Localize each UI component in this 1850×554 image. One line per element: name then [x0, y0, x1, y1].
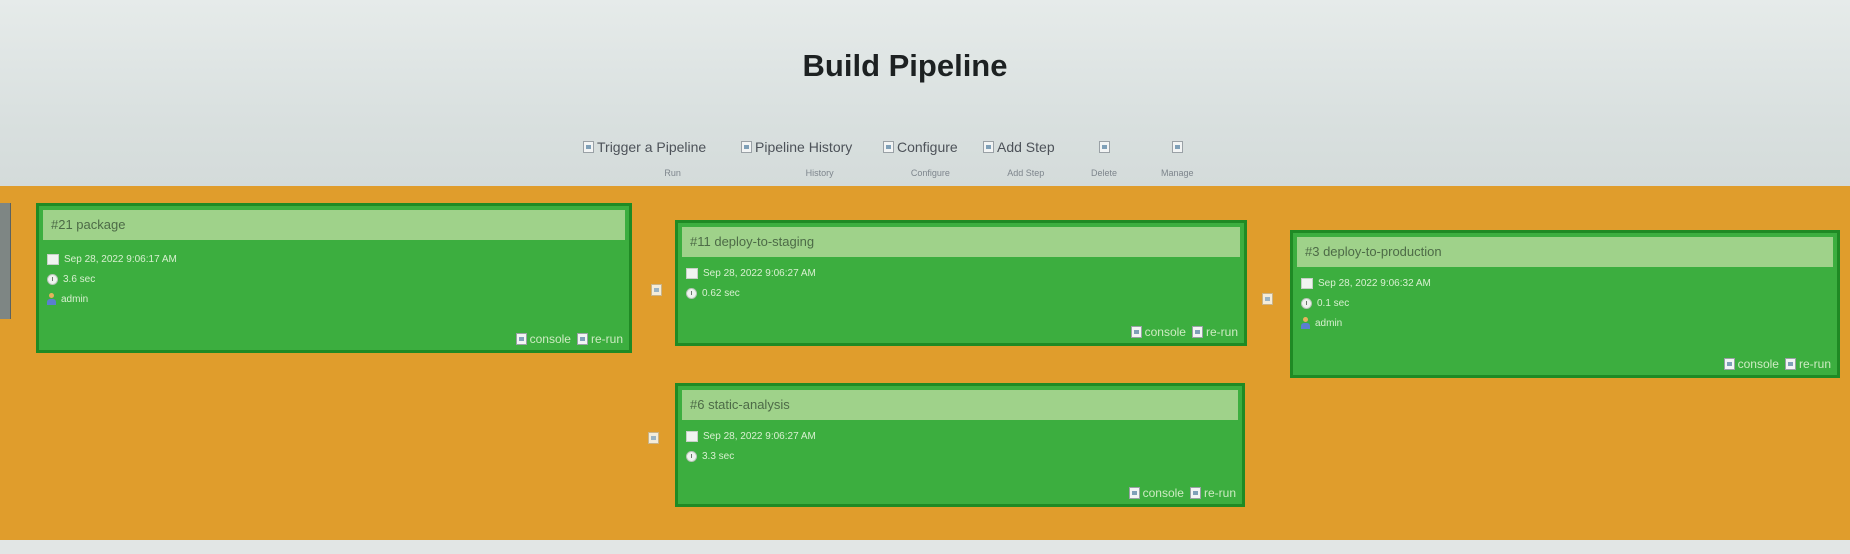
build-card-title[interactable]: #21 package [43, 210, 625, 240]
pipeline-history-button[interactable]: Pipeline History History [741, 138, 852, 178]
build-date: Sep 28, 2022 9:06:27 AM [703, 430, 816, 442]
trigger-pipeline-label: Trigger a Pipeline [597, 139, 707, 155]
build-duration: 3.3 sec [702, 450, 735, 462]
calendar-icon [47, 253, 59, 265]
configure-sublabel: Configure [910, 168, 950, 178]
clock-icon [47, 273, 58, 285]
delete-button[interactable]: Delete [1091, 138, 1117, 178]
rerun-link[interactable]: re-run [1191, 325, 1238, 339]
build-card-static-analysis[interactable]: #6 static-analysis Sep 28, 2022 9:06:27 … [675, 383, 1245, 507]
console-icon [1723, 358, 1735, 370]
build-card-deploy-to-staging[interactable]: #11 deploy-to-staging Sep 28, 2022 9:06:… [675, 220, 1247, 346]
build-card-title[interactable]: #6 static-analysis [682, 390, 1238, 420]
console-label: console [1144, 325, 1186, 339]
rerun-label: re-run [1205, 325, 1238, 339]
rerun-label: re-run [1203, 486, 1236, 500]
build-card-package[interactable]: #21 package Sep 28, 2022 9:06:17 AM 3.6 … [36, 203, 632, 353]
console-icon [1130, 326, 1142, 338]
rerun-icon [1191, 326, 1203, 338]
calendar-icon [686, 430, 698, 442]
clock-icon [686, 450, 697, 462]
configure-icon [883, 141, 894, 153]
rerun-icon [576, 333, 588, 345]
manage-icon [1171, 141, 1183, 153]
add-step-button[interactable]: Add Step Add Step [983, 138, 1055, 178]
add-step-label: Add Step [997, 139, 1055, 155]
build-user: admin [1315, 317, 1343, 329]
user-icon [47, 293, 56, 305]
scroll-handle[interactable] [0, 203, 11, 319]
trigger-pipeline-icon [583, 141, 594, 153]
connector-arrow-icon [648, 432, 659, 444]
console-icon [515, 333, 527, 345]
rerun-icon [1189, 487, 1201, 499]
clock-icon [686, 287, 697, 299]
build-duration: 3.6 sec [63, 273, 96, 285]
calendar-icon [1301, 277, 1313, 289]
build-date: Sep 28, 2022 9:06:17 AM [64, 253, 177, 265]
build-card-title[interactable]: #3 deploy-to-production [1297, 237, 1833, 267]
page-title: Build Pipeline [802, 48, 1008, 83]
console-link[interactable]: console [1723, 357, 1779, 371]
delete-sublabel: Delete [1091, 168, 1118, 178]
build-card-deploy-to-production[interactable]: #3 deploy-to-production Sep 28, 2022 9:0… [1290, 230, 1840, 378]
console-link[interactable]: console [1128, 486, 1184, 500]
console-link[interactable]: console [1130, 325, 1186, 339]
build-duration: 0.1 sec [1317, 297, 1350, 309]
rerun-link[interactable]: re-run [1784, 357, 1831, 371]
rerun-icon [1784, 358, 1796, 370]
rerun-link[interactable]: re-run [576, 332, 623, 346]
trigger-pipeline-sublabel: Run [664, 168, 681, 178]
connector-arrow-icon [1262, 293, 1273, 305]
configure-label: Configure [897, 139, 958, 155]
trigger-pipeline-button[interactable]: Trigger a Pipeline Run [583, 138, 706, 178]
build-card-title[interactable]: #11 deploy-to-staging [682, 227, 1240, 257]
pipeline-history-icon [741, 141, 752, 153]
manage-button[interactable]: Manage [1161, 138, 1194, 178]
calendar-icon [686, 267, 698, 279]
console-label: console [1142, 486, 1184, 500]
add-step-icon [983, 141, 994, 153]
console-label: console [1737, 357, 1779, 371]
manage-sublabel: Manage [1161, 168, 1194, 178]
console-link[interactable]: console [515, 332, 571, 346]
build-user: admin [61, 293, 89, 305]
pipeline-history-sublabel: History [805, 168, 834, 178]
rerun-label: re-run [590, 332, 623, 346]
bottom-strip [0, 540, 1850, 554]
add-step-sublabel: Add Step [1007, 168, 1045, 178]
build-duration: 0.62 sec [702, 287, 740, 299]
delete-icon [1098, 141, 1110, 153]
clock-icon [1301, 297, 1312, 309]
rerun-label: re-run [1798, 357, 1831, 371]
console-icon [1128, 487, 1140, 499]
build-date: Sep 28, 2022 9:06:32 AM [1318, 277, 1431, 289]
console-label: console [529, 332, 571, 346]
build-date: Sep 28, 2022 9:06:27 AM [703, 267, 816, 279]
pipeline-history-label: Pipeline History [755, 139, 853, 155]
user-icon [1301, 317, 1310, 329]
configure-button[interactable]: Configure Configure [883, 138, 958, 178]
rerun-link[interactable]: re-run [1189, 486, 1236, 500]
connector-arrow-icon [651, 284, 662, 296]
